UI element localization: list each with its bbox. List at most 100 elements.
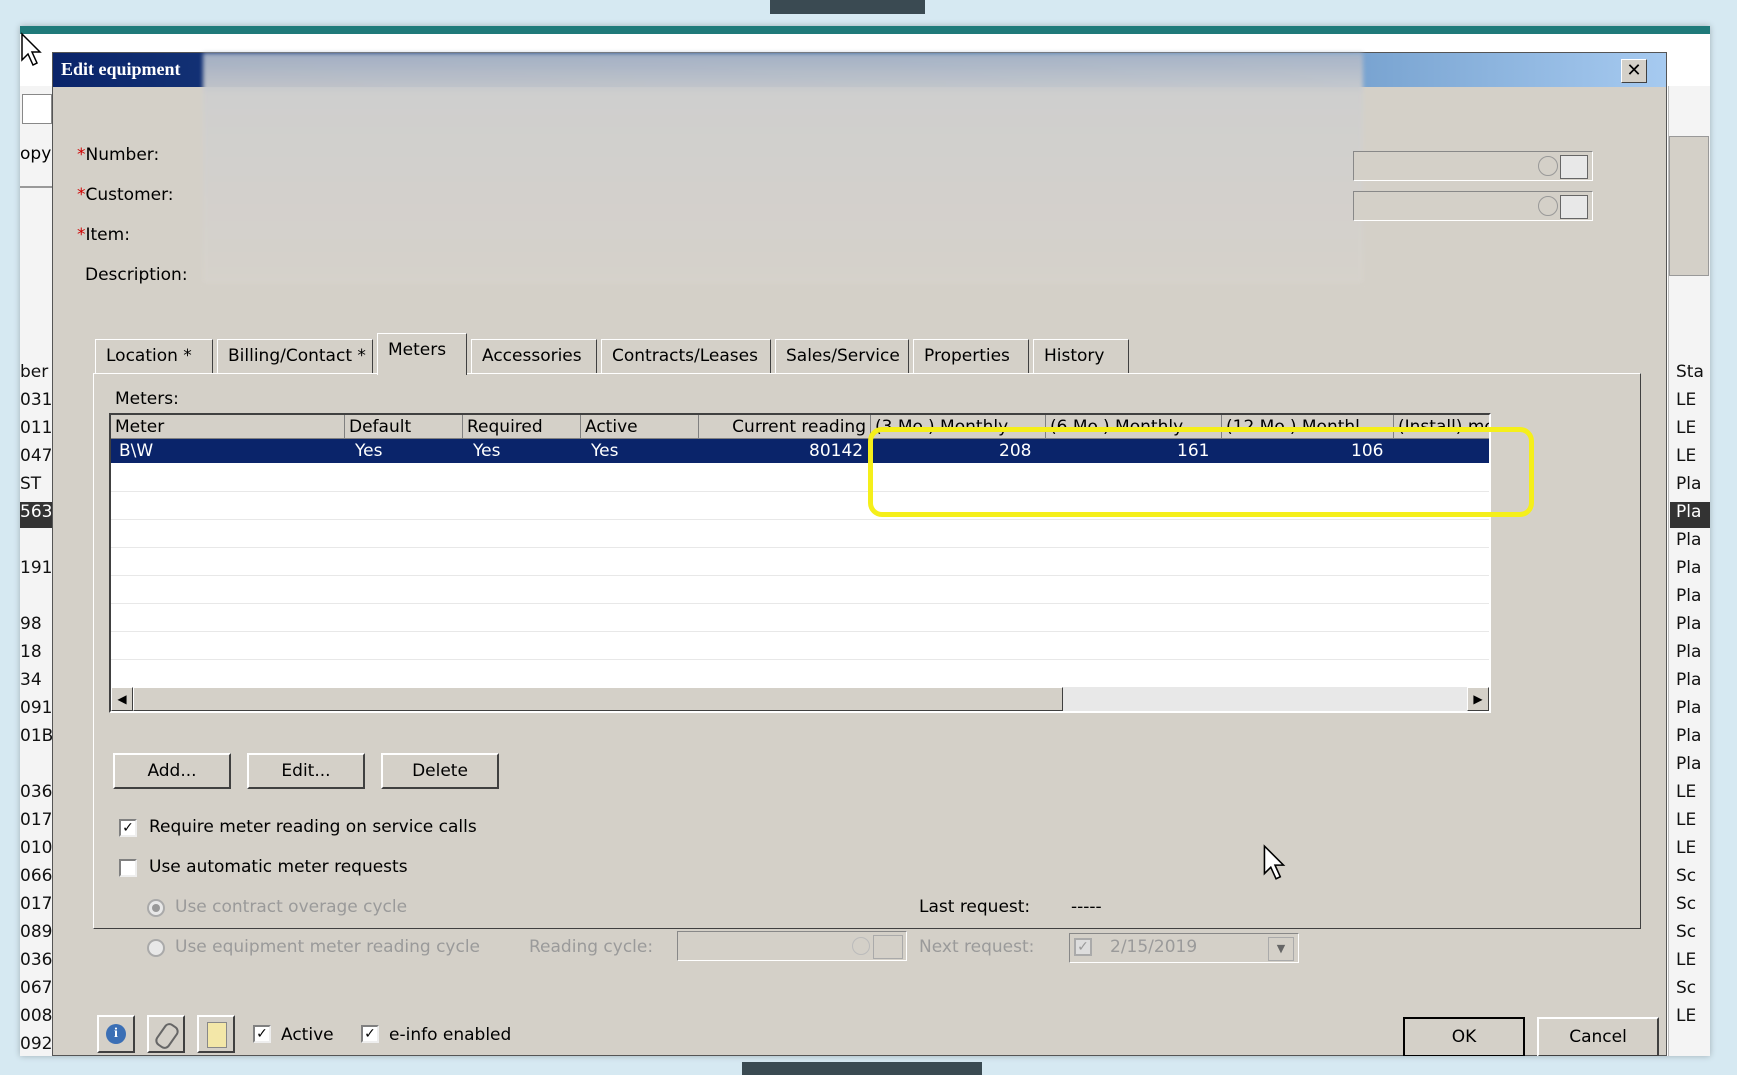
require-meter-reading-label: Require meter reading on service calls	[149, 817, 477, 837]
require-meter-reading-checkbox[interactable]: ✓	[119, 819, 137, 837]
radio-dot	[152, 904, 160, 912]
background-list-item: Pla	[1676, 726, 1702, 746]
background-list-item: LE	[1676, 390, 1697, 410]
add-button[interactable]: Add...	[113, 753, 231, 789]
background-list-item: Pla	[1676, 642, 1702, 662]
column-header-current-reading[interactable]: Current reading	[699, 415, 871, 439]
cell-meter: B\W	[119, 441, 154, 461]
reading-cycle-label: Reading cycle:	[529, 937, 654, 957]
info-button[interactable]: i	[97, 1015, 135, 1053]
info-icon: i	[106, 1024, 126, 1044]
highlight-annotation	[868, 427, 1534, 517]
background-list-item: Sc	[1676, 866, 1697, 886]
equipment-cycle-radio[interactable]	[147, 939, 165, 957]
tab-billing-contact[interactable]: Billing/Contact *	[217, 339, 373, 373]
ok-button[interactable]: OK	[1403, 1017, 1525, 1056]
column-header-default[interactable]: Default	[345, 415, 463, 439]
reading-cycle-field[interactable]	[677, 931, 907, 961]
next-request-field[interactable]: ✓ 2/15/2019 ▼	[1069, 933, 1299, 963]
tab-accessories[interactable]: Accessories	[471, 339, 597, 373]
cursor-arrow-icon	[21, 32, 42, 67]
bottom-tab-strip	[742, 1062, 982, 1075]
dropdown-icon[interactable]	[873, 935, 903, 959]
customer-field[interactable]	[1353, 191, 1593, 221]
number-label-text: Number:	[85, 145, 160, 165]
background-list-item: Sc	[1676, 978, 1697, 998]
search-icon[interactable]	[1538, 196, 1558, 216]
tab-properties[interactable]: Properties	[913, 339, 1029, 373]
column-header-required[interactable]: Required	[463, 415, 581, 439]
grid-line	[111, 519, 1489, 520]
background-list-item: Pla	[1676, 474, 1702, 494]
background-list-item: Pla	[1676, 698, 1702, 718]
use-automatic-requests-label: Use automatic meter requests	[149, 857, 408, 877]
column-header-meter[interactable]: Meter	[111, 415, 345, 439]
background-list-item: LE	[1676, 810, 1697, 830]
background-list-item: Pla	[1676, 670, 1702, 690]
cell-required: Yes	[473, 441, 501, 461]
copy-label: opy	[20, 144, 52, 164]
next-request-label: Next request:	[919, 937, 1035, 957]
search-icon[interactable]	[852, 937, 870, 955]
grid-line	[111, 659, 1489, 660]
background-list-item: LE	[1676, 446, 1697, 466]
background-list-item: Pla	[1670, 502, 1710, 528]
background-list-item: Pla	[1676, 558, 1702, 578]
item-label: *Item:	[77, 225, 130, 245]
background-right-list: Sta LE LE LE Pla Pla Pla Pla Pla Pla Pla Pla Pla Pla P…	[1668, 86, 1710, 1056]
copy-icon	[22, 94, 52, 124]
background-list-item: LE	[1676, 950, 1697, 970]
edit-equipment-dialog: Edit equipment ✕ *Number: *Customer: *It…	[52, 52, 1667, 1056]
background-list-item: LE	[1676, 838, 1697, 858]
scroll-right-icon[interactable]: ▶	[1467, 687, 1489, 711]
equipment-cycle-label: Use equipment meter reading cycle	[175, 937, 481, 957]
tab-location[interactable]: Location *	[95, 339, 213, 373]
background-list-item: LE	[1676, 418, 1697, 438]
active-label: Active	[281, 1025, 334, 1045]
attach-button[interactable]	[147, 1015, 185, 1053]
close-button[interactable]: ✕	[1621, 59, 1647, 83]
horizontal-scrollbar[interactable]: ◀ ▶	[111, 687, 1489, 711]
tab-meters[interactable]: Meters	[377, 333, 467, 375]
next-request-checkbox[interactable]: ✓	[1074, 938, 1092, 956]
background-list-item: Pla	[1676, 530, 1702, 550]
required-mark: *	[77, 145, 86, 165]
scroll-thumb[interactable]	[133, 687, 1063, 711]
number-field[interactable]	[1353, 151, 1593, 181]
screenshot-frame: opy ber 0319 0117 0476 ST 563 191 98 18 34 091 01B8…	[20, 26, 1710, 1056]
edit-button[interactable]: Edit...	[247, 753, 365, 789]
use-automatic-requests-checkbox[interactable]	[119, 859, 137, 877]
search-icon[interactable]	[1538, 156, 1558, 176]
dropdown-icon[interactable]	[1560, 195, 1588, 219]
background-list-item: LE	[1676, 1006, 1697, 1026]
paperclip-icon	[152, 1020, 182, 1052]
delete-button[interactable]: Delete	[381, 753, 499, 789]
grid-line	[111, 575, 1489, 576]
grid-line	[111, 631, 1489, 632]
notes-button[interactable]	[197, 1015, 235, 1053]
contract-overage-label: Use contract overage cycle	[175, 897, 408, 917]
dropdown-icon[interactable]	[1560, 155, 1588, 179]
next-request-date: 2/15/2019	[1110, 937, 1198, 957]
contract-overage-radio[interactable]	[147, 899, 165, 917]
tab-sales-service[interactable]: Sales/Service	[775, 339, 909, 373]
chevron-down-icon[interactable]: ▼	[1268, 937, 1294, 961]
background-list-item: Pla	[1676, 586, 1702, 606]
tab-history[interactable]: History	[1033, 339, 1129, 373]
background-list-item: Sta	[1676, 362, 1704, 382]
scroll-left-icon[interactable]: ◀	[111, 687, 133, 711]
cursor-arrow-icon	[1263, 844, 1286, 880]
cell-active: Yes	[591, 441, 619, 461]
top-tab-strip	[770, 0, 925, 14]
column-header-active[interactable]: Active	[581, 415, 699, 439]
active-checkbox[interactable]: ✓	[253, 1025, 271, 1043]
einfo-checkbox[interactable]: ✓	[361, 1025, 379, 1043]
required-mark: *	[77, 185, 86, 205]
tab-contracts-leases[interactable]: Contracts/Leases	[601, 339, 771, 373]
grid-line	[111, 603, 1489, 604]
background-list-item: Pla	[1676, 614, 1702, 634]
item-label-text: Item:	[85, 225, 130, 245]
cancel-button[interactable]: Cancel	[1537, 1017, 1659, 1056]
customer-label: *Customer:	[77, 185, 174, 205]
required-mark: *	[77, 225, 86, 245]
